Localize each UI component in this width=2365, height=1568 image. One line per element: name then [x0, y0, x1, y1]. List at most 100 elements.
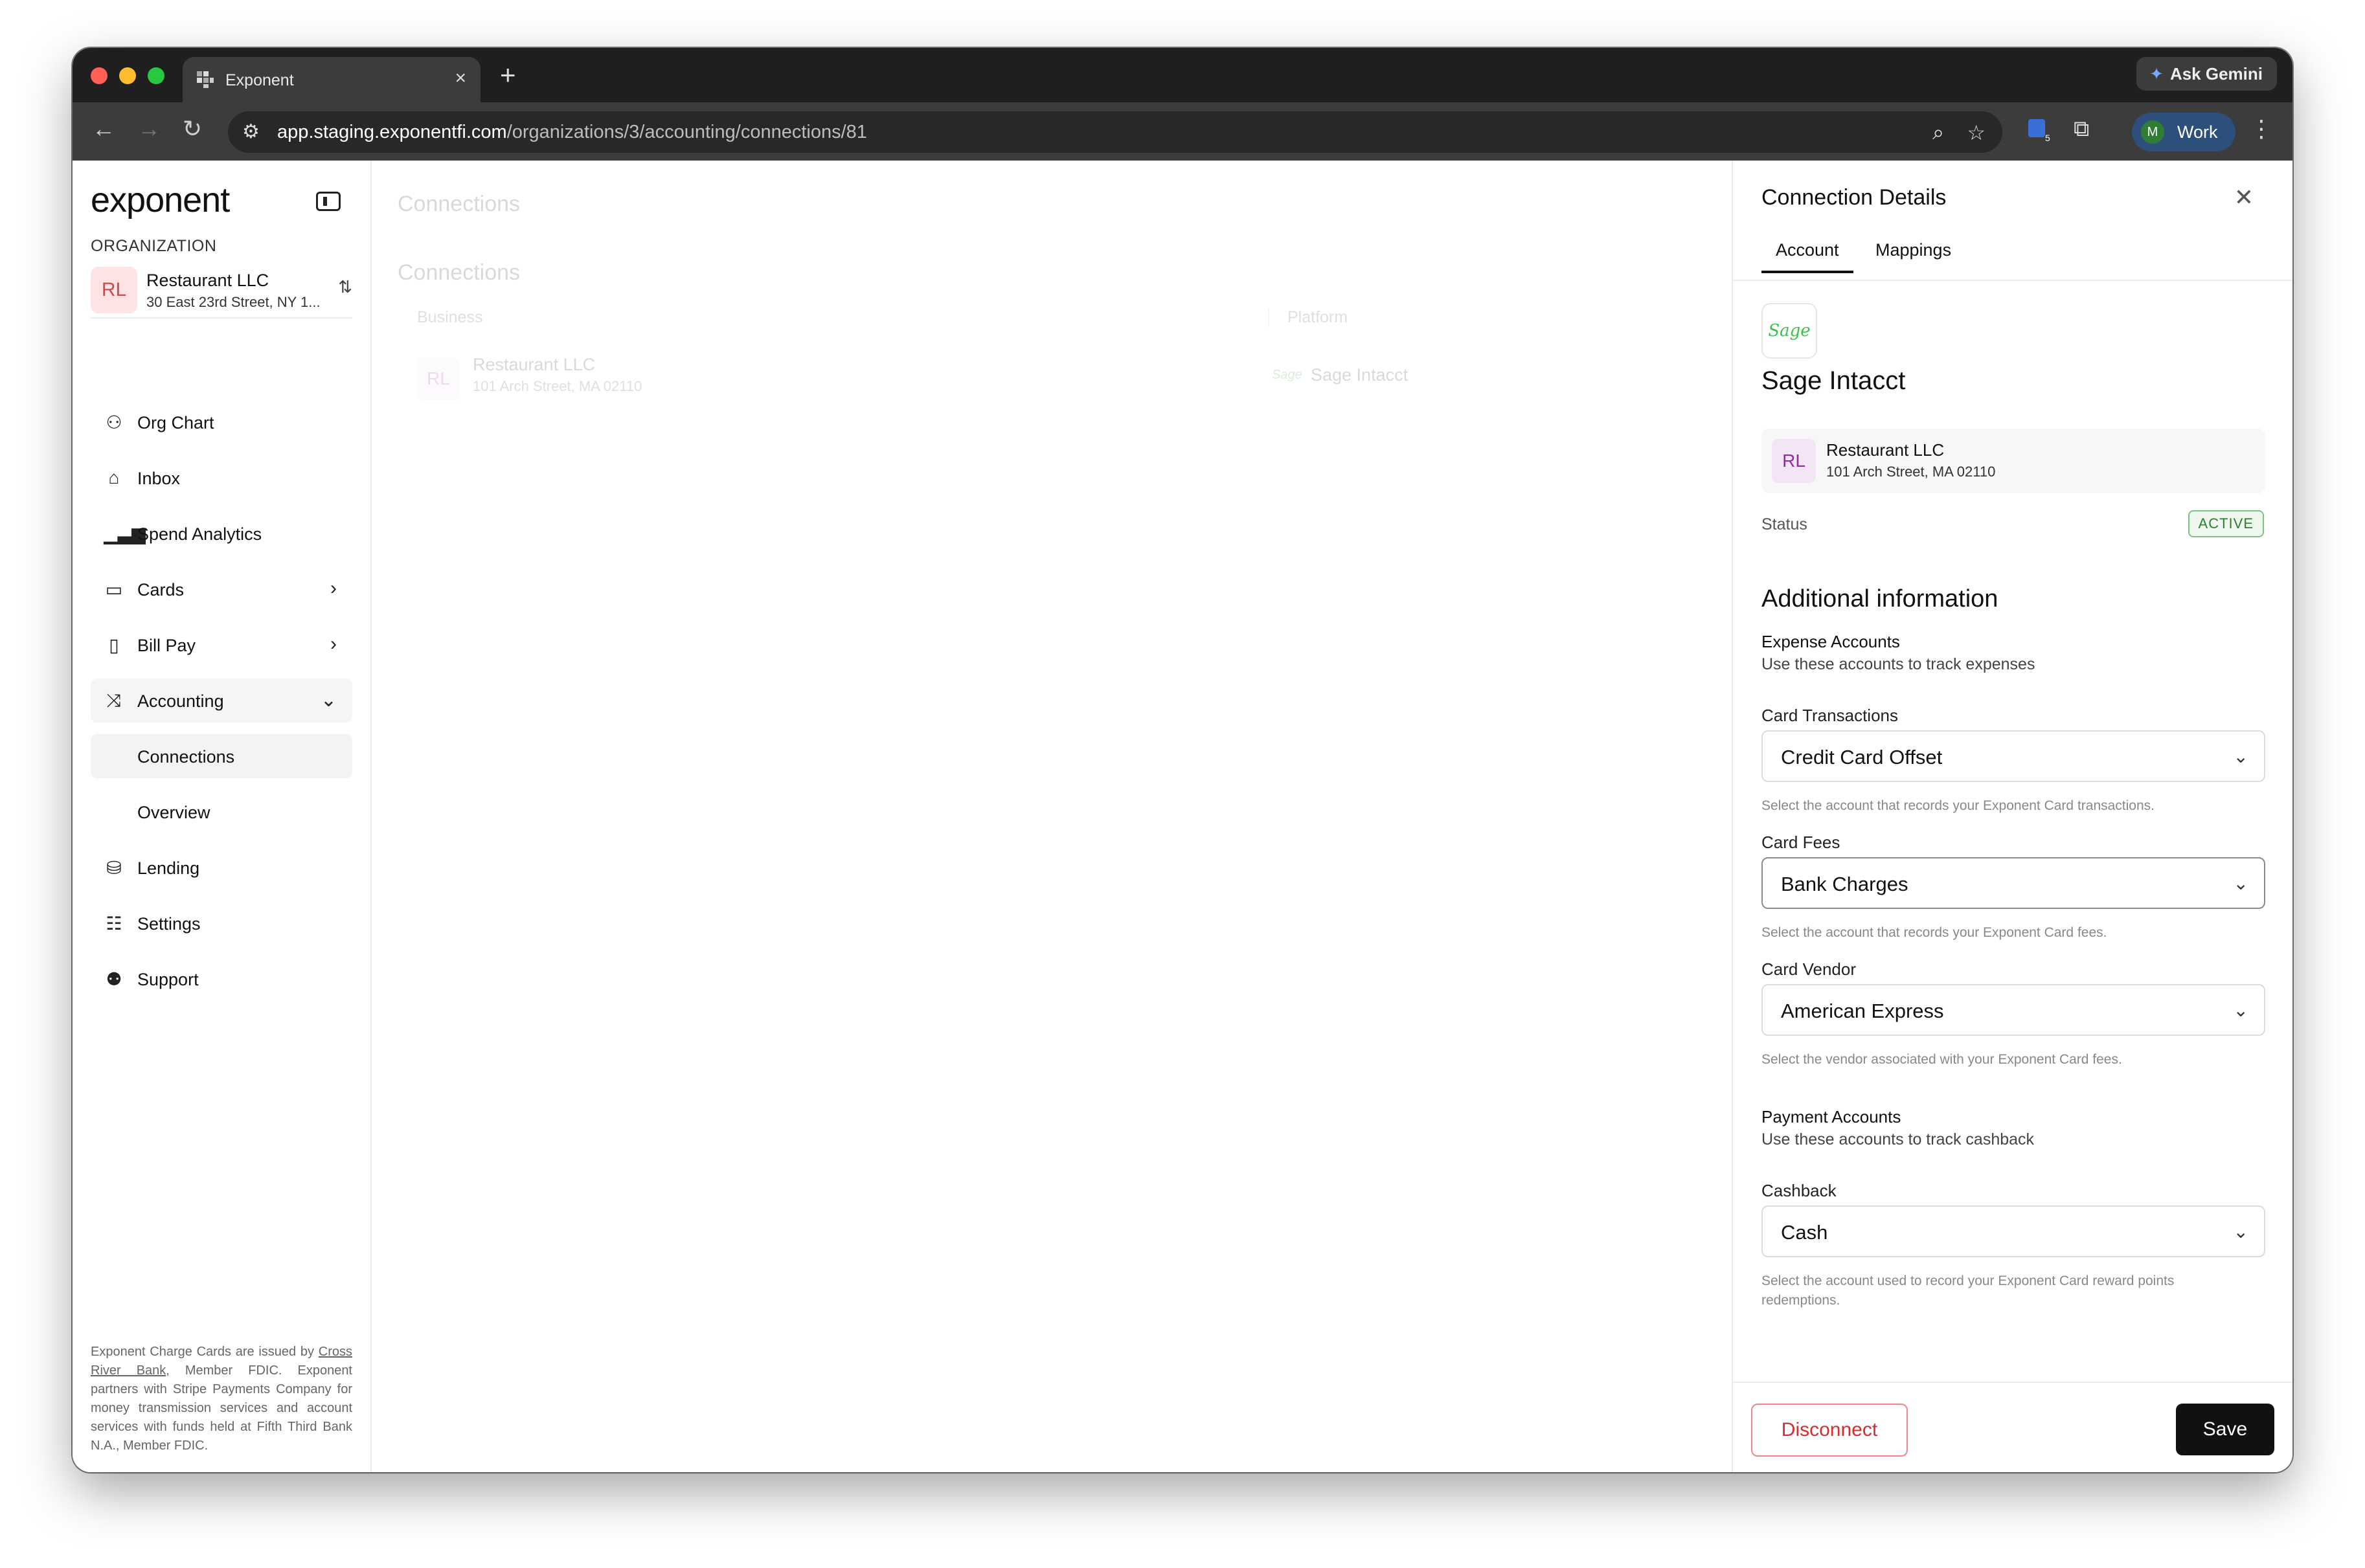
card-fees-select[interactable]: Bank Charges ⌄	[1761, 857, 2265, 909]
back-arrow-icon[interactable]: ←	[92, 115, 115, 142]
sidebar-item-bill-pay[interactable]: ▯ Bill Pay ›	[91, 623, 352, 667]
chevron-right-icon: ›	[330, 577, 337, 599]
bookmark-star-icon[interactable]: ☆	[1967, 120, 1986, 145]
sidebar-item-inbox[interactable]: ⌂ Inbox	[91, 456, 352, 500]
password-manager-extension-icon[interactable]: 5	[2026, 117, 2052, 148]
gemini-sparkle-icon: ✦	[2149, 64, 2164, 84]
platform-name: Sage Intacct	[1311, 365, 1409, 385]
connections-page: Connections Connections Business Platfor…	[372, 161, 1732, 1472]
business-card: RL Restaurant LLC 101 Arch Street, MA 02…	[1761, 429, 2265, 493]
new-tab-button[interactable]: +	[500, 60, 516, 91]
extensions-puzzle-icon[interactable]: ⧉	[2074, 117, 2089, 142]
ask-gemini-button[interactable]: ✦ Ask Gemini	[2136, 57, 2277, 91]
home-icon: ⌂	[108, 467, 120, 487]
url-host: app.staging.exponentfi.com	[277, 122, 507, 142]
drawer-footer: Disconnect Save	[1733, 1382, 2292, 1472]
sliders-icon: ☷	[106, 913, 122, 934]
cashback-select[interactable]: Cash ⌄	[1761, 1205, 2265, 1257]
drawer-title: Connection Details	[1761, 185, 1947, 210]
legal-footnote: Exponent Charge Cards are issued by Cros…	[91, 1343, 352, 1455]
select-value: American Express	[1781, 1000, 1944, 1022]
card-vendor-select[interactable]: American Express ⌄	[1761, 984, 2265, 1036]
browser-menu-icon[interactable]: ⋮	[2250, 115, 2273, 142]
sidebar-item-accounting[interactable]: ⤨ Accounting ⌄	[91, 678, 352, 722]
chevron-down-icon: ⌄	[2233, 1000, 2248, 1020]
chevron-down-icon: ⌄	[2233, 746, 2248, 767]
sidebar: exponent ORGANIZATION RL Restaurant LLC …	[73, 161, 372, 1472]
sidebar-item-label: Overview	[137, 803, 210, 822]
organization-switcher[interactable]: RL Restaurant LLC 30 East 23rd Street, N…	[91, 267, 352, 319]
connection-details-drawer: Connection Details ✕ Account Mappings Sa…	[1732, 161, 2292, 1472]
address-bar[interactable]: ⚙ app.staging.exponentfi.com/organizatio…	[228, 111, 2002, 153]
sidebar-subitem-overview[interactable]: Overview	[91, 790, 352, 834]
sidebar-item-cards[interactable]: ▭ Cards ›	[91, 567, 352, 611]
maximize-window-button[interactable]	[148, 67, 164, 84]
browser-toolbar: ← → ↻ ⚙ app.staging.exponentfi.com/organ…	[73, 102, 2292, 161]
additional-info-heading: Additional information	[1761, 585, 1998, 612]
tab-account[interactable]: Account	[1761, 232, 1853, 273]
card-transactions-select[interactable]: Credit Card Offset ⌄	[1761, 730, 2265, 782]
payment-accounts-title: Payment Accounts	[1761, 1107, 1901, 1126]
profile-label: Work	[2177, 122, 2218, 142]
tab-title: Exponent	[225, 71, 294, 89]
save-button[interactable]: Save	[2176, 1404, 2274, 1455]
ask-gemini-label: Ask Gemini	[2169, 64, 2263, 84]
expense-accounts-title: Expense Accounts	[1761, 632, 1900, 651]
close-icon[interactable]: ✕	[2234, 184, 2254, 211]
card-vendor-label: Card Vendor	[1761, 959, 1856, 979]
sidebar-item-settings[interactable]: ☷ Settings	[91, 901, 352, 945]
url-path: /organizations/3/accounting/connections/…	[506, 122, 867, 142]
card-vendor-hint: Select the vendor associated with your E…	[1761, 1052, 2122, 1067]
section-title: Connections	[398, 260, 521, 285]
business-name: Restaurant LLC	[1826, 440, 1945, 460]
organization-label: ORGANIZATION	[91, 237, 217, 255]
sidebar-item-support[interactable]: ⚉ Support	[91, 957, 352, 1001]
sidebar-item-label: Cards	[137, 580, 185, 599]
browser-tab[interactable]: Exponent ×	[183, 57, 481, 102]
shield-extension-icon: 5	[2028, 119, 2050, 143]
zoom-icon[interactable]: ⌕	[1932, 120, 1944, 145]
org-chart-icon: ⚇	[106, 412, 122, 432]
select-value: Credit Card Offset	[1781, 746, 1943, 768]
tabs-divider	[1733, 280, 2292, 281]
sidebar-item-spend-analytics[interactable]: ▁▃▆ Spend Analytics	[91, 511, 352, 555]
business-address: 101 Arch Street, MA 02110	[1826, 464, 1996, 480]
receipt-icon: ▯	[109, 635, 119, 655]
extension-badge: 5	[2045, 133, 2050, 142]
tab-close-icon[interactable]: ×	[455, 67, 466, 89]
org-avatar: RL	[91, 267, 137, 313]
page-title: Connections	[398, 192, 521, 216]
sidebar-item-lending[interactable]: ⛁ Lending	[91, 846, 352, 890]
forward-arrow-icon[interactable]: →	[137, 115, 161, 142]
card-fees-label: Card Fees	[1761, 833, 1840, 852]
minimize-window-button[interactable]	[119, 67, 136, 84]
sidebar-subitem-connections[interactable]: Connections	[91, 734, 352, 778]
disconnect-button[interactable]: Disconnect	[1751, 1404, 1908, 1457]
bar-chart-icon: ▁▃▆	[104, 524, 146, 544]
sidebar-item-label: Lending	[137, 858, 200, 878]
profile-button[interactable]: M Work	[2132, 113, 2235, 151]
select-value: Bank Charges	[1781, 873, 1908, 895]
card-transactions-label: Card Transactions	[1761, 706, 1898, 725]
table-header: Business Platform	[398, 308, 1706, 334]
exponent-logo[interactable]: exponent	[91, 180, 230, 220]
sidebar-collapse-icon[interactable]	[316, 192, 341, 211]
tab-mappings[interactable]: Mappings	[1861, 232, 1965, 273]
reload-icon[interactable]: ↻	[183, 115, 202, 142]
chevron-down-icon: ⌄	[2233, 873, 2248, 893]
url-text[interactable]: app.staging.exponentfi.com/organizations…	[277, 122, 867, 143]
cashback-hint: Select the account used to record your E…	[1761, 1273, 2175, 1308]
drawer-tabs: Account Mappings	[1761, 232, 2265, 273]
card-fees-hint: Select the account that records your Exp…	[1761, 925, 2107, 940]
status-badge: ACTIVE	[2188, 510, 2264, 537]
sage-logo-icon: Sage	[1272, 368, 1302, 382]
sidebar-item-org-chart[interactable]: ⚇ Org Chart	[91, 400, 352, 444]
payment-accounts-desc: Use these accounts to track cashback	[1761, 1130, 2035, 1148]
browser-tab-bar: Exponent × + ✦ Ask Gemini	[73, 48, 2292, 102]
coins-hand-icon: ⛁	[106, 858, 122, 878]
table-row[interactable]: RL Restaurant LLC 101 Arch Street, MA 02…	[398, 355, 1706, 413]
profile-avatar: M	[2141, 120, 2164, 144]
sage-logo-icon: Sage	[1761, 303, 1817, 359]
close-window-button[interactable]	[91, 67, 107, 84]
site-settings-icon[interactable]: ⚙	[242, 120, 260, 143]
